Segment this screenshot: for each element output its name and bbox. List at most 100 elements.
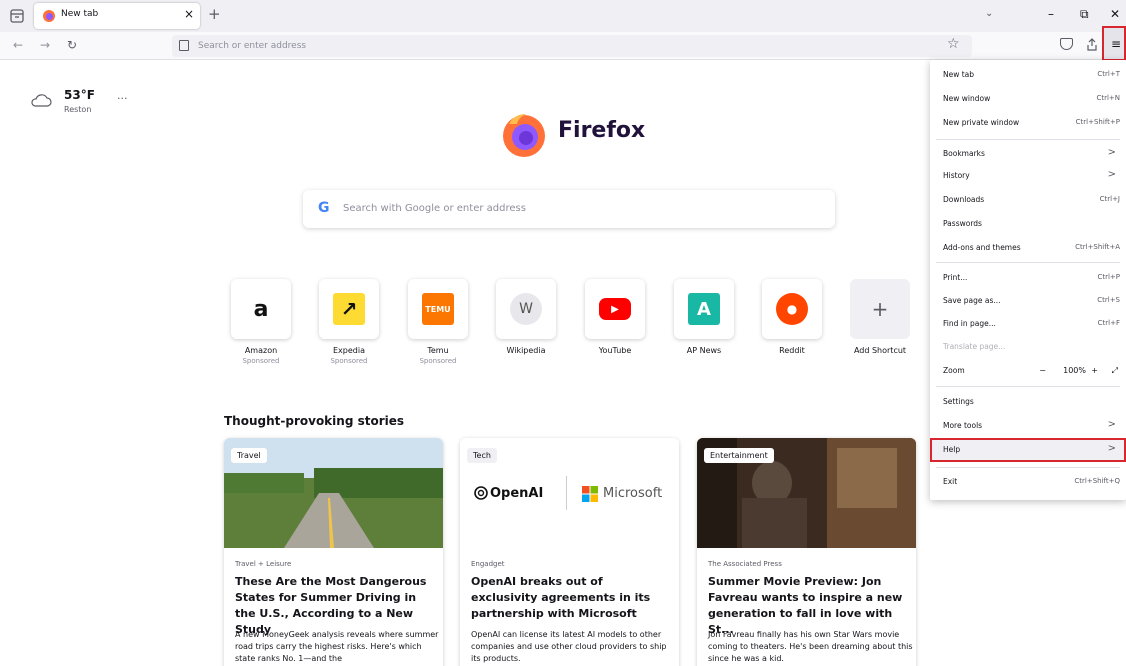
story-card-tech[interactable]: OpenAI Microsoft Tech Engadget OpenAI br… [460,438,679,666]
menu-item-new-private-window[interactable]: New private window Ctrl+Shift+P [930,112,1126,134]
browser-window: New tab × + ⌄ – ⧉ ✕ ← → ↻ ☆ ≡ 53°F Resto… [0,0,1126,666]
shortcut-temu[interactable]: TEMU Temu Sponsored [398,279,478,375]
google-icon: G [318,200,330,216]
zoom-reset-button[interactable]: 100% [1063,366,1086,375]
bookmark-star-icon[interactable]: ☆ [947,36,960,52]
logo-divider [566,476,567,510]
story-description: A new MoneyGeek analysis reveals where s… [235,630,439,663]
menu-item-addons-themes[interactable]: Add-ons and themes Ctrl+Shift+A [930,237,1126,259]
shortcut-ap-news[interactable]: A AP News [664,279,744,375]
shortcut-label: YouTube [598,346,632,355]
menu-item-label: Translate page... [943,342,1006,351]
menu-item-label: New tab [943,70,975,79]
menu-item-label: Print... [943,273,968,282]
menu-item-print[interactable]: Print... Ctrl+P [930,267,1126,289]
menu-item-save-page[interactable]: Save page as... Ctrl+S [930,290,1126,312]
tabs-overflow-icon[interactable]: ⌄ [985,8,993,19]
zoom-in-button[interactable]: + [1091,366,1098,375]
menu-item-history[interactable]: History > [930,165,1126,187]
menu-item-shortcut: Ctrl+Shift+P [1075,118,1120,126]
menu-separator [936,262,1120,263]
weather-more-icon[interactable]: ··· [117,92,128,105]
close-window-button[interactable]: ✕ [1110,7,1120,21]
category-tag: Travel [231,448,267,463]
story-source: Travel + Leisure [235,560,292,568]
app-menu-button[interactable]: ≡ [1102,26,1126,61]
menu-item-label: More tools [943,421,983,430]
menu-item-passwords[interactable]: Passwords [930,213,1126,235]
shortcut-amazon[interactable]: a Amazon Sponsored [221,279,301,375]
tab-new-tab[interactable]: New tab × [34,3,200,29]
address-bar[interactable] [172,35,972,57]
zoom-out-button[interactable]: − [1039,366,1046,375]
story-card-travel[interactable]: Travel Travel + Leisure These Are the Mo… [224,438,443,666]
shortcut-label: Amazon [244,346,278,355]
menu-separator [936,386,1120,387]
weather-widget[interactable]: 53°F Reston ··· [30,87,130,117]
restore-button[interactable]: ⧉ [1080,7,1089,22]
sponsored-label: Sponsored [242,357,280,365]
forward-icon[interactable]: → [40,38,50,52]
shortcut-wikipedia[interactable]: W Wikipedia [486,279,566,375]
shortcut-tile: ● [762,279,822,339]
minimize-button[interactable]: – [1048,7,1054,21]
sponsored-label: Sponsored [419,357,457,365]
microsoft-logo-icon [582,486,598,502]
menu-separator [936,467,1120,468]
reddit-icon: ● [776,293,808,325]
shortcut-tile: a [231,279,291,339]
share-icon[interactable] [1086,38,1098,51]
menu-item-exit[interactable]: Exit Ctrl+Shift+Q [930,471,1126,493]
google-search-box[interactable]: G Search with Google or enter address [303,190,835,228]
menu-item-new-window[interactable]: New window Ctrl+N [930,88,1126,110]
menu-item-label: Find in page... [943,319,996,328]
category-tag: Entertainment [704,448,774,463]
chevron-right-icon: > [1107,147,1116,158]
tab-close-icon[interactable]: × [184,7,194,21]
menu-item-label: Settings [943,397,974,406]
menu-item-bookmarks[interactable]: Bookmarks > [930,143,1126,165]
navigation-toolbar: ← → ↻ ☆ [0,32,1126,60]
weather-location: Reston [64,105,92,114]
youtube-icon: ▶ [599,298,631,320]
back-icon[interactable]: ← [13,38,23,52]
menu-item-label: Save page as... [943,296,1001,305]
ap-news-icon: A [688,293,720,325]
temu-icon: TEMU [422,293,454,325]
openai-logo-icon [474,486,488,500]
menu-item-more-tools[interactable]: More tools > [930,415,1126,437]
menu-item-label: Add-ons and themes [943,243,1021,252]
reload-icon[interactable]: ↻ [67,38,77,52]
tab-list-icon[interactable] [8,7,26,25]
openai-wordmark: OpenAI [490,486,544,501]
menu-item-shortcut: Ctrl+S [1097,296,1120,304]
menu-item-find-in-page[interactable]: Find in page... Ctrl+F [930,313,1126,335]
add-shortcut-button[interactable]: + Add Shortcut [840,279,920,375]
expedia-icon: ↗ [333,293,365,325]
shortcut-label: Wikipedia [506,346,546,355]
shortcut-reddit[interactable]: ● Reddit [752,279,832,375]
menu-item-label: New private window [943,118,1020,127]
fullscreen-icon[interactable]: ⤢ [1112,366,1118,376]
shortcut-youtube[interactable]: ▶ YouTube [575,279,655,375]
menu-item-help[interactable]: Help > [930,438,1126,462]
menu-item-label: History [943,171,970,180]
story-source: The Associated Press [708,560,782,568]
shortcut-label: Add Shortcut [853,346,907,355]
menu-item-label: Passwords [943,219,982,228]
menu-item-downloads[interactable]: Downloads Ctrl+J [930,189,1126,211]
menu-item-settings[interactable]: Settings [930,391,1126,413]
shortcut-expedia[interactable]: ↗ Expedia Sponsored [309,279,389,375]
shortcut-tile: ▶ [585,279,645,339]
pocket-icon[interactable] [1060,38,1073,50]
shortcut-label: Expedia [333,346,365,355]
wikipedia-icon: W [510,293,542,325]
amazon-icon: a [253,296,269,322]
story-title: OpenAI breaks out of exclusivity agreeme… [471,575,651,620]
address-input[interactable] [198,37,898,55]
story-card-entertainment[interactable]: Entertainment The Associated Press Summe… [697,438,916,666]
new-tab-button[interactable]: + [208,5,221,23]
cloud-icon [31,94,52,107]
menu-item-new-tab[interactable]: New tab Ctrl+T [930,64,1126,86]
story-description: Jon Favreau finally has his own Star War… [708,630,913,663]
